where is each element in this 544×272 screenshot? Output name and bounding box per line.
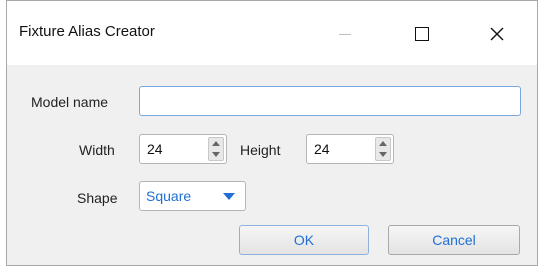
- spin-down-icon[interactable]: [212, 152, 220, 157]
- minimize-icon: [339, 33, 351, 35]
- height-spin-buttons[interactable]: [375, 137, 391, 161]
- title-bar[interactable]: Fixture Alias Creator: [7, 1, 537, 65]
- dialog-window: Fixture Alias Creator Model name Width 2…: [6, 0, 538, 266]
- shape-label: Shape: [77, 190, 118, 206]
- spin-down-icon[interactable]: [379, 152, 387, 157]
- width-value: 24: [147, 141, 163, 157]
- chevron-down-icon: [223, 193, 235, 200]
- height-label: Height: [240, 142, 281, 158]
- width-label: Width: [79, 142, 115, 158]
- minimize-button[interactable]: [325, 15, 365, 53]
- dialog-content: Model name Width 24 Height 24 Shape Squa…: [7, 65, 537, 265]
- shape-dropdown[interactable]: Square: [139, 181, 246, 211]
- shape-value: Square: [146, 188, 192, 204]
- close-button[interactable]: [477, 15, 517, 53]
- spin-up-icon[interactable]: [379, 141, 387, 146]
- model-name-label: Model name: [31, 94, 109, 110]
- maximize-icon: [415, 27, 429, 41]
- maximize-button[interactable]: [402, 15, 442, 53]
- model-name-input[interactable]: [139, 86, 521, 116]
- height-value: 24: [314, 141, 330, 157]
- height-spinbox[interactable]: 24: [306, 134, 394, 164]
- close-icon: [490, 27, 504, 41]
- cancel-button[interactable]: Cancel: [388, 225, 520, 255]
- window-title: Fixture Alias Creator: [19, 23, 155, 40]
- width-spin-buttons[interactable]: [208, 137, 224, 161]
- width-spinbox[interactable]: 24: [139, 134, 227, 164]
- spin-up-icon[interactable]: [212, 141, 220, 146]
- ok-button[interactable]: OK: [239, 225, 369, 255]
